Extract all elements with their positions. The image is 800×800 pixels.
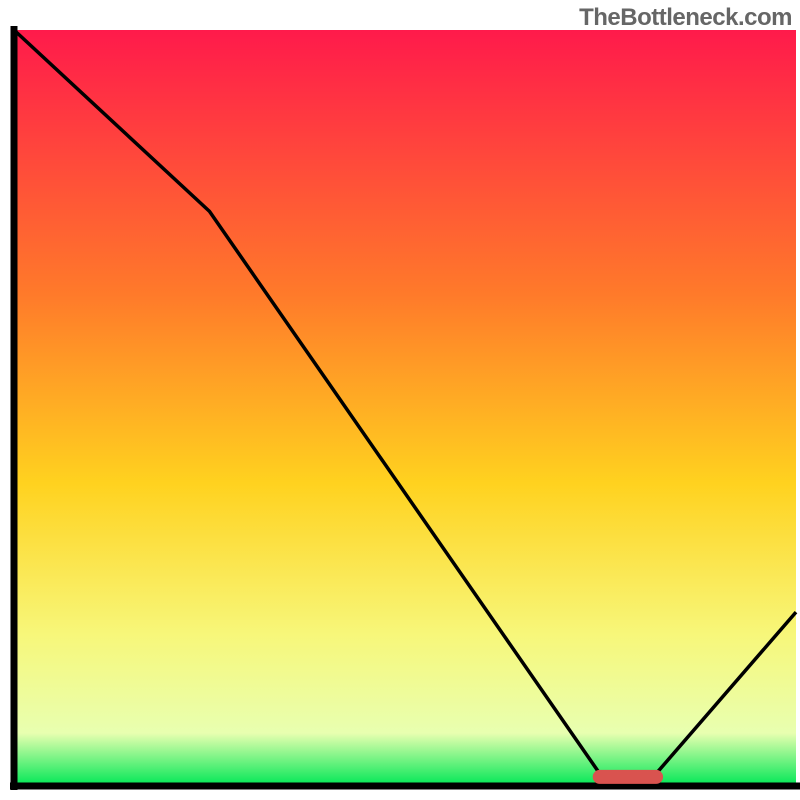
watermark-text: TheBottleneck.com xyxy=(579,4,792,32)
plot-background xyxy=(14,30,796,786)
optimal-range-marker xyxy=(593,770,663,784)
bottleneck-chart xyxy=(0,0,800,800)
chart-container: { "watermark": "TheBottleneck.com", "cha… xyxy=(0,0,800,800)
